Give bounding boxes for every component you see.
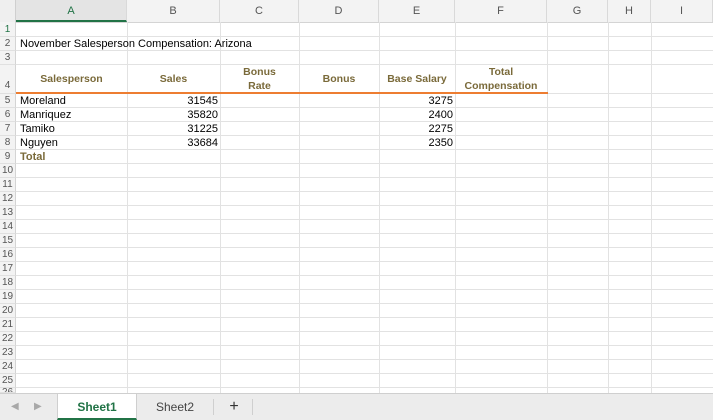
row-header-5[interactable]: 5 xyxy=(0,94,16,108)
column-header-c[interactable]: C xyxy=(220,0,299,22)
column-header-b[interactable]: B xyxy=(127,0,220,22)
header-base-salary[interactable]: Base Salary xyxy=(379,73,455,86)
row-header-13[interactable]: 13 xyxy=(0,206,16,220)
row-header-4[interactable]: 4 xyxy=(0,65,16,94)
column-header-i[interactable]: I xyxy=(651,0,713,22)
row-header-20[interactable]: 20 xyxy=(0,304,16,318)
header-bonus-rate-line1[interactable]: Bonus xyxy=(220,66,299,79)
cell-total-label[interactable]: Total xyxy=(20,150,45,164)
grid-line xyxy=(16,247,713,248)
row-header-16[interactable]: 16 xyxy=(0,248,16,262)
row-header-9[interactable]: 9 xyxy=(0,150,16,164)
grid-line xyxy=(16,219,713,220)
cell-sales[interactable]: 31225 xyxy=(127,122,220,136)
header-salesperson[interactable]: Salesperson xyxy=(16,73,127,86)
row-header-15[interactable]: 15 xyxy=(0,234,16,248)
row-header-25[interactable]: 25 xyxy=(0,374,16,388)
grid-line xyxy=(16,163,713,164)
header-total-comp-line1[interactable]: Total xyxy=(455,66,547,79)
row-header-21[interactable]: 21 xyxy=(0,318,16,332)
sheet-tab-bar: ◀ ▶ Sheet1 Sheet2 + xyxy=(0,393,713,420)
grid-line xyxy=(16,317,713,318)
grid-line xyxy=(16,107,713,108)
column-header-h[interactable]: H xyxy=(608,0,651,22)
tab-divider xyxy=(252,399,253,415)
grid-line xyxy=(16,331,713,332)
row-header-2[interactable]: 2 xyxy=(0,37,16,51)
row-header-24[interactable]: 24 xyxy=(0,360,16,374)
row-header-10[interactable]: 10 xyxy=(0,164,16,178)
grid-line xyxy=(16,303,713,304)
cell-base-salary[interactable]: 2275 xyxy=(379,122,455,136)
grid-line xyxy=(547,22,548,393)
grid-line xyxy=(16,289,713,290)
cell-grid[interactable]: November Salesperson Compensation: Arizo… xyxy=(16,22,713,393)
cell-sales[interactable]: 35820 xyxy=(127,108,220,122)
row-header-3[interactable]: 3 xyxy=(0,51,16,65)
row-header-12[interactable]: 12 xyxy=(0,192,16,206)
grid-line xyxy=(16,373,713,374)
row-header-22[interactable]: 22 xyxy=(0,332,16,346)
row-header-6[interactable]: 6 xyxy=(0,108,16,122)
cell-name[interactable]: Tamiko xyxy=(20,122,55,136)
cell-name[interactable]: Manriquez xyxy=(20,108,71,122)
grid-line xyxy=(16,387,713,388)
header-bonus[interactable]: Bonus xyxy=(299,73,379,86)
column-header-f[interactable]: F xyxy=(455,0,547,22)
row-header-14[interactable]: 14 xyxy=(0,220,16,234)
cell-name[interactable]: Nguyen xyxy=(20,136,58,150)
row-header-18[interactable]: 18 xyxy=(0,276,16,290)
row-header-7[interactable]: 7 xyxy=(0,122,16,136)
column-header-g[interactable]: G xyxy=(547,0,608,22)
grid-line xyxy=(16,121,713,122)
row-header-1[interactable]: 1 xyxy=(0,22,16,37)
grid-line xyxy=(16,275,713,276)
select-all-corner[interactable] xyxy=(0,0,16,22)
cell-a2-title[interactable]: November Salesperson Compensation: Arizo… xyxy=(20,37,252,51)
grid-line xyxy=(16,205,713,206)
grid-line xyxy=(608,22,609,393)
row-header-19[interactable]: 19 xyxy=(0,290,16,304)
column-header-e[interactable]: E xyxy=(379,0,455,22)
scroll-tabs-right-icon[interactable]: ▶ xyxy=(34,401,42,412)
cell-base-salary[interactable]: 2350 xyxy=(379,136,455,150)
column-header-row: A B C D E F G H I xyxy=(0,0,713,23)
column-header-a[interactable]: A xyxy=(16,0,127,22)
row-header-23[interactable]: 23 xyxy=(0,346,16,360)
grid-line xyxy=(16,149,713,150)
tab-divider xyxy=(213,399,214,415)
cell-sales[interactable]: 33684 xyxy=(127,136,220,150)
cell-base-salary[interactable]: 2400 xyxy=(379,108,455,122)
cell-sales[interactable]: 31545 xyxy=(127,94,220,108)
grid-line xyxy=(651,22,652,393)
grid-line xyxy=(16,64,713,65)
row-header-8[interactable]: 8 xyxy=(0,136,16,150)
header-underline xyxy=(16,92,548,94)
grid-line xyxy=(16,191,713,192)
grid-line xyxy=(16,135,713,136)
cell-name[interactable]: Moreland xyxy=(20,94,66,108)
grid-line xyxy=(16,359,713,360)
grid-line xyxy=(16,261,713,262)
cell-base-salary[interactable]: 3275 xyxy=(379,94,455,108)
grid-line xyxy=(16,233,713,234)
header-sales[interactable]: Sales xyxy=(127,73,220,86)
row-header-17[interactable]: 17 xyxy=(0,262,16,276)
column-header-d[interactable]: D xyxy=(299,0,379,22)
add-sheet-icon[interactable]: + xyxy=(221,394,247,420)
tab-sheet1[interactable]: Sheet1 xyxy=(57,394,137,420)
grid-line xyxy=(16,177,713,178)
tab-sheet2[interactable]: Sheet2 xyxy=(137,394,213,420)
grid-line xyxy=(16,345,713,346)
scroll-tabs-left-icon[interactable]: ◀ xyxy=(11,401,19,412)
row-header-11[interactable]: 11 xyxy=(0,178,16,192)
